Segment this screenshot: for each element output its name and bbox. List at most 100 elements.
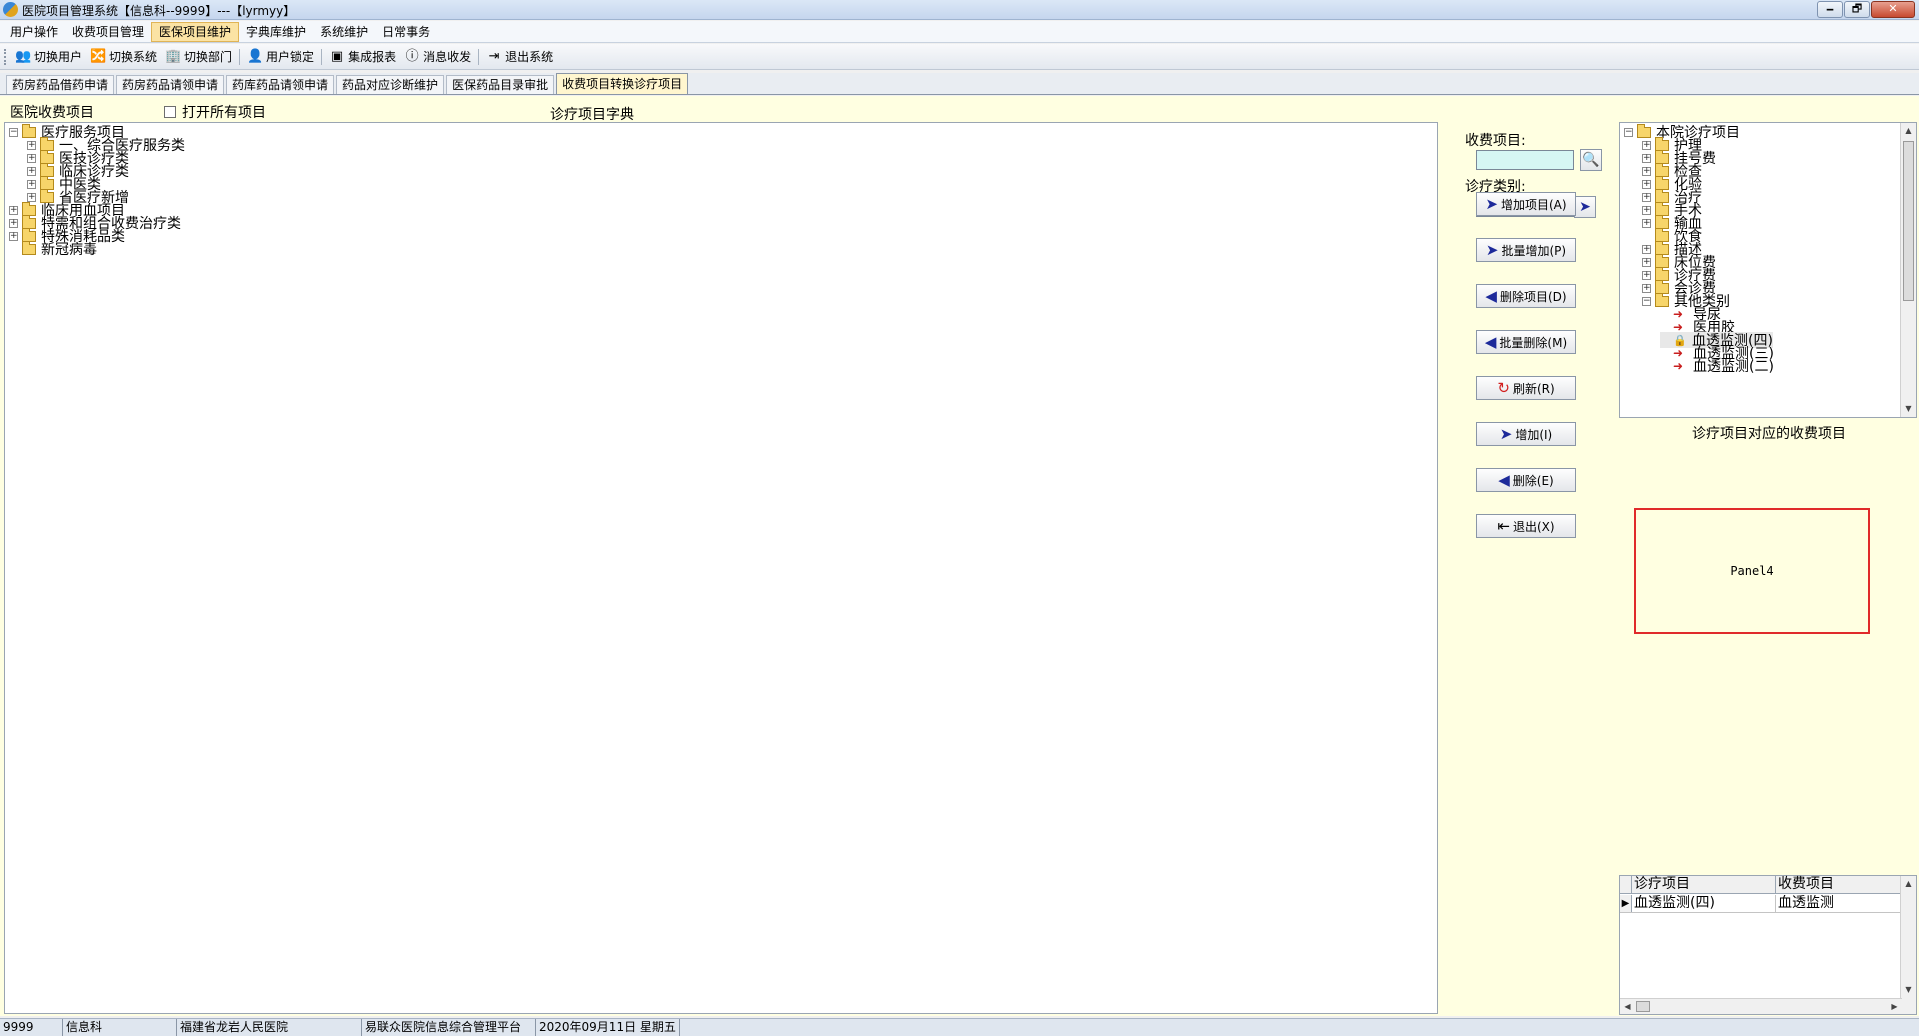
menu-insurance-items[interactable]: 医保项目维护	[151, 21, 240, 42]
action-button[interactable]: ➤ 增加项目(A)	[1476, 192, 1576, 216]
report-icon: ▣	[330, 48, 344, 64]
action-button[interactable]: ◀ 删除(E)	[1476, 468, 1576, 492]
messages-button[interactable]: ⓘ 消息收发	[400, 46, 475, 68]
item-arrow-icon: ➜	[1673, 359, 1684, 373]
expand-icon[interactable]: +	[1642, 270, 1651, 280]
menu-charge-items[interactable]: 收费项目管理	[65, 22, 151, 42]
menu-dictionary[interactable]: 字典库维护	[239, 22, 313, 42]
action-button-label: 批量增加(P)	[1501, 243, 1567, 258]
toolbar-separator	[321, 48, 323, 65]
tab-warehouse-request[interactable]: 药库药品请领申请	[226, 75, 335, 94]
tab-charge-to-treatment[interactable]: 收费项目转换诊疗项目	[556, 73, 689, 94]
open-all-checkbox[interactable]: 打开所有项目	[164, 102, 266, 122]
menu-bar: 用户操作 收费项目管理 医保项目维护 字典库维护 系统维护 日常事务	[0, 21, 1919, 43]
action-button[interactable]: ➤ 批量增加(P)	[1476, 238, 1576, 262]
tree-node[interactable]: ➜ 血透监测(二)	[1660, 358, 1774, 375]
toolbar-grip[interactable]	[4, 48, 7, 65]
menu-system[interactable]: 系统维护	[313, 22, 375, 42]
menu-daily[interactable]: 日常事务	[375, 22, 437, 42]
close-button[interactable]: ✕	[1871, 1, 1915, 18]
grid-col-charge[interactable]: 收费项目	[1776, 876, 1902, 893]
action-button[interactable]: ➤ 增加(I)	[1476, 422, 1576, 446]
grid-cell-charge[interactable]: 血透监测	[1776, 895, 1902, 912]
expand-icon[interactable]: +	[27, 192, 36, 202]
expand-icon[interactable]: +	[1642, 283, 1651, 293]
app-icon	[3, 2, 18, 17]
restore-button[interactable]: 🗗	[1844, 1, 1870, 18]
expand-icon[interactable]: +	[1642, 140, 1651, 150]
treatment-item-tree[interactable]: − 本院诊疗项目 + 护理 + 挂号费 + 检查 + 化验 + 治疗 + 手术 + 输血 饮食 + 描述 + 床位费 + 诊…	[1619, 122, 1917, 418]
menu-user-ops[interactable]: 用户操作	[3, 22, 65, 42]
scroll-left-icon[interactable]: ◀	[1620, 999, 1635, 1015]
hscroll-thumb[interactable]	[1636, 1001, 1650, 1012]
switch-user-button[interactable]: 👥 切换用户	[11, 46, 86, 68]
collapse-icon[interactable]: −	[1624, 127, 1633, 137]
action-button-label: 删除(E)	[1512, 473, 1554, 488]
scroll-thumb[interactable]	[1903, 141, 1914, 301]
report-button[interactable]: ▣ 集成报表	[325, 46, 400, 68]
grid-cell-treatment[interactable]: 血透监测(四)	[1632, 895, 1776, 912]
grid-col-treatment[interactable]: 诊疗项目	[1632, 876, 1776, 893]
checkbox-box[interactable]	[164, 106, 176, 118]
messages-label: 消息收发	[423, 50, 472, 64]
mapping-grid[interactable]: 诊疗项目 收费项目 ▶ 血透监测(四) 血透监测 ▲ ▼ ◀ ▶	[1619, 875, 1917, 1015]
expand-icon[interactable]: +	[9, 231, 18, 241]
expand-icon[interactable]: +	[1642, 192, 1651, 202]
scroll-up-icon[interactable]: ▲	[1901, 123, 1916, 139]
panel4-label: Panel4	[1730, 564, 1774, 578]
scroll-right-icon[interactable]: ▶	[1887, 999, 1902, 1015]
mapping-title: 诊疗项目对应的收费项目	[1692, 426, 1846, 442]
tab-pharmacy-request[interactable]: 药房药品请领申请	[116, 75, 225, 94]
folder-icon	[22, 240, 36, 255]
switch-department-button[interactable]: 🏢 切换部门	[161, 46, 236, 68]
expand-icon[interactable]: +	[27, 153, 36, 163]
treat-category-go-button[interactable]: ➤	[1574, 196, 1596, 218]
charge-item-tree[interactable]: − 医疗服务项目 + 一、综合医疗服务类 + 医技诊疗类 + 临床诊疗类 + 中医类 + 省医疗新增 +…	[4, 122, 1438, 1014]
scroll-up-icon[interactable]: ▲	[1901, 876, 1916, 892]
tab-pharmacy-borrow[interactable]: 药房药品借药申请	[6, 75, 115, 94]
charge-item-input[interactable]	[1476, 150, 1574, 170]
expand-icon[interactable]: +	[1642, 166, 1651, 176]
user-lock-button[interactable]: 👤 用户锁定	[243, 46, 318, 68]
minimize-button[interactable]: 🗕	[1817, 1, 1843, 18]
action-button[interactable]: ◀ 批量删除(M)	[1476, 330, 1576, 354]
expand-icon[interactable]: +	[1642, 179, 1651, 189]
expand-icon[interactable]: +	[1642, 153, 1651, 163]
action-button[interactable]: ↻ 刷新(R)	[1476, 376, 1576, 400]
switch-system-button[interactable]: 🔀 切换系统	[86, 46, 161, 68]
expand-icon[interactable]: +	[1642, 257, 1651, 267]
collapse-icon[interactable]: −	[9, 127, 18, 137]
expand-icon[interactable]: +	[1642, 218, 1651, 228]
action-button[interactable]: ◀ 删除项目(D)	[1476, 284, 1576, 308]
tab-drug-diagnosis[interactable]: 药品对应诊断维护	[336, 75, 445, 94]
search-button[interactable]: 🔍	[1580, 149, 1602, 171]
panel4: Panel4	[1634, 508, 1870, 634]
scroll-down-icon[interactable]: ▼	[1901, 401, 1916, 417]
expand-icon[interactable]: +	[1642, 244, 1651, 254]
expand-icon[interactable]: +	[27, 140, 36, 150]
scroll-down-icon[interactable]: ▼	[1901, 982, 1916, 998]
tab-insurance-approval[interactable]: 医保药品目录审批	[446, 75, 555, 94]
expand-icon[interactable]: +	[27, 179, 36, 189]
tree-vertical-scrollbar[interactable]: ▲ ▼	[1900, 123, 1916, 417]
table-row[interactable]: ▶ 血透监测(四) 血透监测	[1620, 895, 1902, 913]
collapse-icon[interactable]: −	[1642, 296, 1651, 306]
grid-horizontal-scrollbar[interactable]: ◀ ▶	[1620, 998, 1902, 1014]
expand-icon[interactable]: +	[27, 166, 36, 176]
exit-system-button[interactable]: ⇥ 退出系统	[482, 46, 557, 68]
arrow-right-icon: ➤	[1485, 195, 1498, 213]
action-button-label: 退出(X)	[1512, 519, 1555, 534]
grid-vertical-scrollbar[interactable]: ▲ ▼	[1900, 876, 1916, 1014]
toolbar: 👥 切换用户 🔀 切换系统 🏢 切换部门 👤 用户锁定 ▣ 集成报表 ⓘ 消息收…	[0, 44, 1919, 70]
expand-icon[interactable]: +	[1642, 205, 1651, 215]
grid-header-indicator	[1620, 876, 1632, 893]
arrow-left-icon: ◀	[1485, 287, 1497, 305]
search-icon: 🔍	[1582, 152, 1600, 168]
expand-icon[interactable]: +	[9, 205, 18, 215]
tree-node[interactable]: 新冠病毒	[9, 240, 97, 258]
action-button-label: 删除项目(D)	[1499, 289, 1567, 304]
expand-icon[interactable]: +	[9, 218, 18, 228]
action-button[interactable]: ⇤ 退出(X)	[1476, 514, 1576, 538]
